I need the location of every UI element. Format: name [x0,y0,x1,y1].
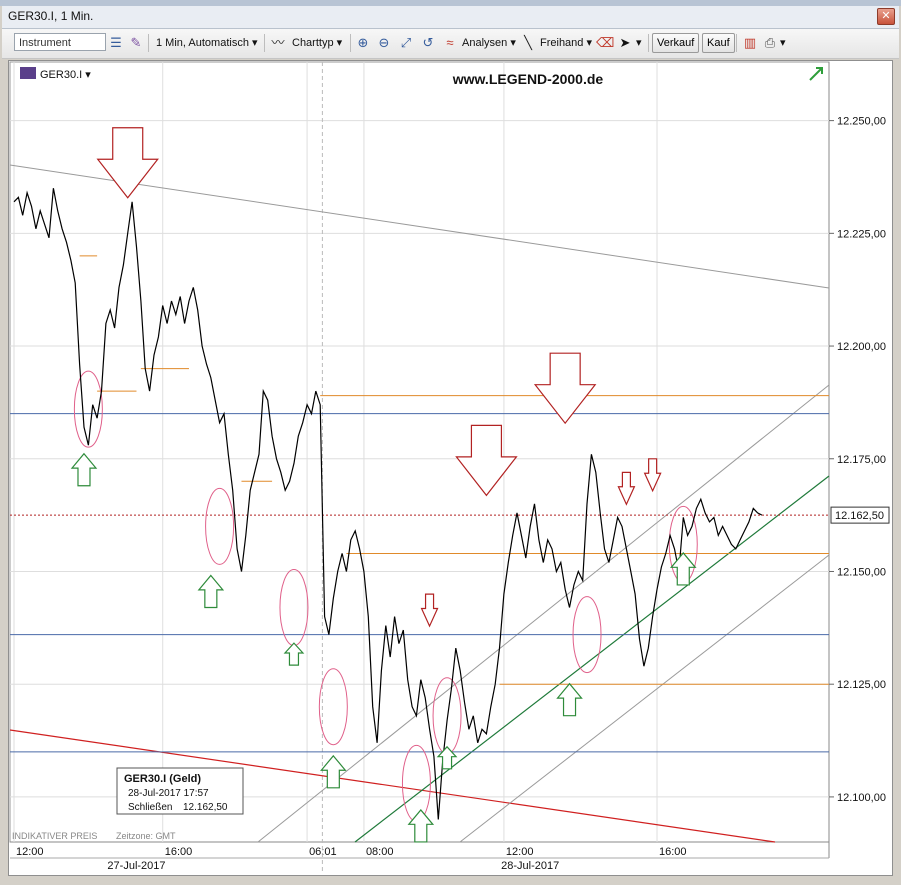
down-arrow-large [455,424,518,497]
y-tick-label: 12.175,00 [837,454,886,466]
x-tick-label: 12:00 [506,846,534,858]
info-box-title: GER30.I (Geld) [124,773,201,785]
down-arrow-large [533,352,597,425]
y-tick-label: 12.200,00 [837,341,886,353]
channel-lower-line [459,554,830,843]
channel-upper-line [257,384,830,843]
up-arrow-large [556,682,583,717]
footer-indicative-price: INDIKATIVER PREIS [12,831,97,841]
current-price-label: 12.162,50 [835,510,884,522]
info-box-close-label: Schließen [128,802,172,813]
highlight-ellipse [401,744,431,822]
down-arrow-small [643,458,662,493]
date-label: 28-Jul-2017 [501,860,559,872]
info-box-close-value: 12.162,50 [183,802,228,813]
channel-middle-line [354,475,830,843]
down-arrow-small [617,471,636,506]
highlight-ellipse [205,487,235,565]
highlight-ellipse [318,668,348,746]
y-tick-label: 12.225,00 [837,228,886,240]
y-tick-label: 12.150,00 [837,566,886,578]
cfd-badge-icon [20,67,36,79]
trend-up-icon [809,67,823,81]
up-arrow-small [283,642,305,666]
x-tick-label: 16:00 [165,846,193,858]
x-tick-label: 16:00 [659,846,687,858]
up-arrow-large [197,574,225,609]
up-arrow-large [320,754,347,789]
date-label: 27-Jul-2017 [107,860,165,872]
down-arrow-large [96,127,159,199]
y-tick-label: 12.100,00 [837,792,886,804]
x-tick-label: 08:00 [366,846,394,858]
info-box-date: 28-Jul-2017 17:57 [128,788,209,799]
x-tick-label: 12:00 [16,846,44,858]
y-tick-label: 12.250,00 [837,116,886,128]
down-arrow-small [420,593,439,628]
chart-symbol: GER30.I ▾ [40,69,91,81]
footer-timezone: Zeitzone: GMT [116,831,176,841]
price-series-line [13,188,763,820]
price-chart[interactable]: 12.250,00 12.225,00 12.200,00 12.175,00 12.1… [0,0,901,885]
up-arrow-large [407,808,435,843]
highlight-ellipse [432,677,462,755]
up-arrow-large [669,551,697,586]
watermark-website: www.LEGEND-2000.de [452,71,604,87]
y-tick-label: 12.125,00 [837,679,886,691]
